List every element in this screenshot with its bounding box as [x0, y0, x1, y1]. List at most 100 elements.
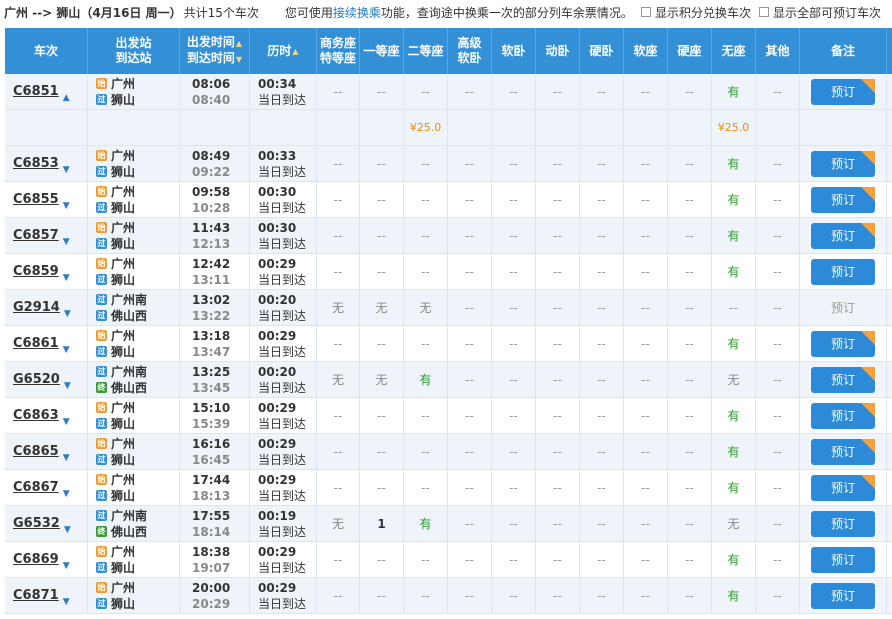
seat-cell: --	[536, 254, 580, 289]
expand-toggle-icon[interactable]: ▼	[63, 561, 70, 571]
train-no-cell[interactable]: C6867 ▼	[5, 470, 88, 505]
book-button[interactable]: 预订	[811, 402, 875, 429]
expand-toggle-icon[interactable]: ▼	[63, 489, 70, 499]
train-no-link[interactable]: C6853	[13, 156, 59, 171]
seat-availability: --	[465, 192, 474, 207]
col-times[interactable]: 出发时间▲ 到达时间▼	[180, 28, 250, 74]
train-no-cell[interactable]: C6859 ▼	[5, 254, 88, 289]
header-label[interactable]: 出发时间▲ 到达时间▼	[187, 35, 242, 67]
table-row[interactable]: C6857 ▼ 始广州过狮山 11:43 12:13 00:30 当日到达 -- -- -- -- -…	[5, 218, 892, 254]
seat-cell: --	[492, 146, 536, 181]
show-all-bookable-checkbox[interactable]: 显示全部可预订车次	[758, 4, 881, 21]
checkbox-icon[interactable]	[640, 7, 651, 17]
train-no-cell[interactable]: G2914 ▼	[5, 290, 88, 325]
train-no-link[interactable]: C6863	[13, 408, 59, 423]
seat-cell: --	[756, 74, 800, 109]
train-no-cell[interactable]: C6851 ▲	[5, 74, 88, 109]
book-button[interactable]: 预订	[811, 150, 875, 177]
expand-toggle-icon[interactable]: ▼	[64, 381, 71, 391]
seat-cell: --	[756, 542, 800, 577]
train-no-link[interactable]: C6857	[13, 228, 59, 243]
book-button[interactable]: 预订	[811, 546, 875, 573]
expand-toggle-icon[interactable]: ▼	[63, 345, 70, 355]
seat-cell: 有	[712, 74, 756, 109]
train-no-cell[interactable]: C6861 ▼	[5, 326, 88, 361]
duration-cell: 00:20 当日到达	[250, 290, 317, 325]
expand-toggle-icon[interactable]: ▼	[63, 417, 70, 427]
train-no-cell[interactable]: G6520 ▼	[5, 362, 88, 397]
book-button[interactable]: 预订	[811, 510, 875, 537]
table-row[interactable]: G6520 ▼ 过广州南终佛山西 13:25 13:45 00:20 当日到达无无有 -- --…	[5, 362, 892, 398]
train-no-cell[interactable]: G6532 ▼	[5, 506, 88, 541]
book-button[interactable]: 预订	[811, 582, 875, 609]
book-button[interactable]: 预订	[811, 474, 875, 501]
train-no-link[interactable]: C6859	[13, 264, 59, 279]
remark-cell: 预订	[800, 74, 887, 109]
table-row[interactable]: G6532 ▼ 过广州南终佛山西 17:55 18:14 00:19 当日到达无 1 有 -- --…	[5, 506, 892, 542]
book-button[interactable]: 预订	[811, 258, 875, 285]
train-no-link[interactable]: C6871	[13, 588, 59, 603]
station-tag-icon: 过	[96, 454, 107, 465]
seat-availability: --	[465, 516, 474, 531]
train-no-link[interactable]: C6865	[13, 444, 59, 459]
seat-cell: --	[536, 434, 580, 469]
train-no-cell[interactable]: C6855 ▼	[5, 182, 88, 217]
train-no-link[interactable]: C6855	[13, 192, 59, 207]
train-no-link[interactable]: C6851	[13, 84, 59, 99]
expand-toggle-icon[interactable]: ▼	[63, 237, 70, 247]
table-row[interactable]: C6865 ▼ 始广州过狮山 16:16 16:45 00:29 当日到达 -- -- -- -- -…	[5, 434, 892, 470]
sort-up-icon[interactable]: ▲	[236, 39, 242, 48]
remark-cell: 预订	[800, 398, 887, 433]
arrival-time: 18:14	[192, 524, 231, 539]
seat-cell: 有	[712, 326, 756, 361]
transfer-link[interactable]: 接续换乘	[333, 6, 381, 20]
train-no-link[interactable]: C6861	[13, 336, 59, 351]
sort-down-icon[interactable]: ▼	[236, 55, 242, 64]
book-button[interactable]: 预订	[811, 78, 875, 105]
train-no-link[interactable]: C6867	[13, 480, 59, 495]
train-no-link[interactable]: G2914	[13, 300, 60, 315]
table-row[interactable]: C6855 ▼ 始广州过狮山 09:58 10:28 00:30 当日到达 -- -- -- -- -…	[5, 182, 892, 218]
expand-toggle-icon[interactable]: ▼	[64, 525, 71, 535]
expand-toggle-icon[interactable]: ▼	[63, 165, 70, 175]
table-row[interactable]: C6867 ▼ 始广州过狮山 17:44 18:13 00:29 当日到达 -- -- -- -- -…	[5, 470, 892, 506]
book-button[interactable]: 预订	[811, 366, 875, 393]
expand-toggle-icon[interactable]: ▼	[63, 453, 70, 463]
show-points-checkbox[interactable]: 显示积分兑换车次	[640, 4, 751, 21]
expand-toggle-icon[interactable]: ▼	[64, 309, 71, 319]
table-row[interactable]: G2914 ▼ 过广州南过佛山西 13:02 13:22 00:20 当日到达无无无 -- --…	[5, 290, 892, 326]
train-no-cell[interactable]: C6871 ▼	[5, 578, 88, 613]
table-row[interactable]: C6851 ▲ 始广州过狮山 08:06 08:40 00:34 当日到达 -- -- -- -- -…	[5, 74, 892, 110]
expand-toggle-icon[interactable]: ▼	[63, 273, 70, 283]
station-tag-icon: 过	[96, 294, 107, 305]
table-row[interactable]: C6871 ▼ 始广州过狮山 20:00 20:29 00:29 当日到达 -- -- -- -- -…	[5, 578, 892, 614]
table-row[interactable]: C6853 ▼ 始广州过狮山 08:49 09:22 00:33 当日到达 -- -- -- -- -…	[5, 146, 892, 182]
station-name: 狮山	[111, 488, 136, 503]
train-no-cell[interactable]: C6869 ▼	[5, 542, 88, 577]
train-no-link[interactable]: G6532	[13, 516, 60, 531]
checkbox-icon[interactable]	[758, 7, 769, 17]
train-no-cell[interactable]: C6863 ▼	[5, 398, 88, 433]
times-cell: 13:25 13:45	[180, 362, 250, 397]
train-no-cell[interactable]: C6857 ▼	[5, 218, 88, 253]
header-label[interactable]: 历时	[267, 44, 291, 59]
train-no-cell[interactable]: C6853 ▼	[5, 146, 88, 181]
book-button[interactable]: 预订	[811, 330, 875, 357]
table-row[interactable]: C6859 ▼ 始广州过狮山 12:42 13:11 00:29 当日到达 -- -- -- -- -…	[5, 254, 892, 290]
seat-cell: --	[756, 362, 800, 397]
train-no-cell[interactable]: C6865 ▼	[5, 434, 88, 469]
book-button[interactable]: 预订	[811, 186, 875, 213]
book-button[interactable]: 预订	[811, 222, 875, 249]
table-row[interactable]: C6869 ▼ 始广州过狮山 18:38 19:07 00:29 当日到达 -- -- -- -- -…	[5, 542, 892, 578]
col-duration[interactable]: 历时 ▲	[250, 28, 317, 74]
expand-toggle-icon[interactable]: ▲	[63, 93, 70, 103]
table-row[interactable]: C6861 ▼ 始广州过狮山 13:18 13:47 00:29 当日到达 -- -- -- -- -…	[5, 326, 892, 362]
seat-cell: 无	[317, 362, 360, 397]
train-no-link[interactable]: G6520	[13, 372, 60, 387]
table-row[interactable]: C6863 ▼ 始广州过狮山 15:10 15:39 00:29 当日到达 -- -- -- -- -…	[5, 398, 892, 434]
train-no-link[interactable]: C6869	[13, 552, 59, 567]
expand-toggle-icon[interactable]: ▼	[63, 597, 70, 607]
book-button[interactable]: 预订	[811, 438, 875, 465]
expand-toggle-icon[interactable]: ▼	[63, 201, 70, 211]
sort-up-icon[interactable]: ▲	[292, 44, 298, 59]
